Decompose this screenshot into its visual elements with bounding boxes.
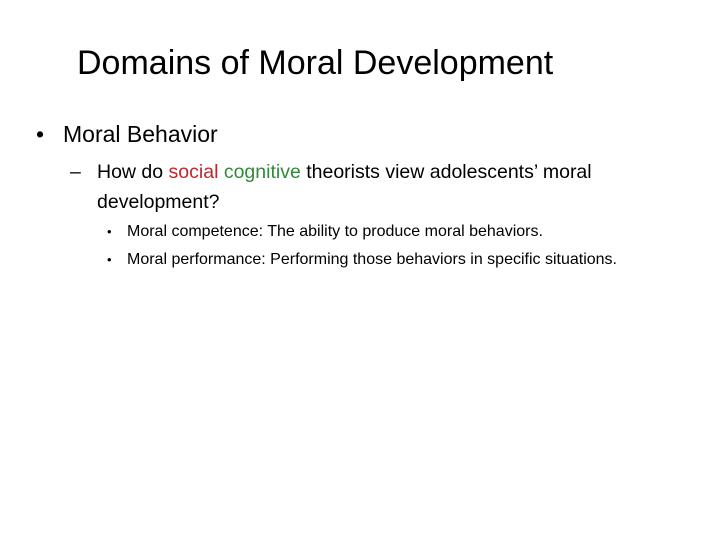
sub-bullet-text: How do social cognitive theorists view a…: [97, 157, 697, 217]
text-prefix: How do: [97, 161, 169, 183]
bullet-icon: •: [107, 224, 112, 239]
dash-icon: –: [70, 161, 81, 183]
slide-title: Domains of Moral Development: [77, 44, 554, 82]
bullet-icon: •: [36, 121, 45, 147]
highlight-social: social: [168, 161, 219, 183]
highlight-cognitive: cognitive: [223, 161, 301, 183]
sub-sub-bullet-text: Moral competence: The ability to produce…: [127, 223, 543, 240]
slide: Domains of Moral Development • Moral Beh…: [0, 0, 720, 540]
bullet-icon: •: [107, 252, 112, 267]
bullet-text: Moral Behavior: [63, 121, 218, 147]
sub-sub-bullet-text: Moral performance: Performing those beha…: [127, 251, 617, 268]
